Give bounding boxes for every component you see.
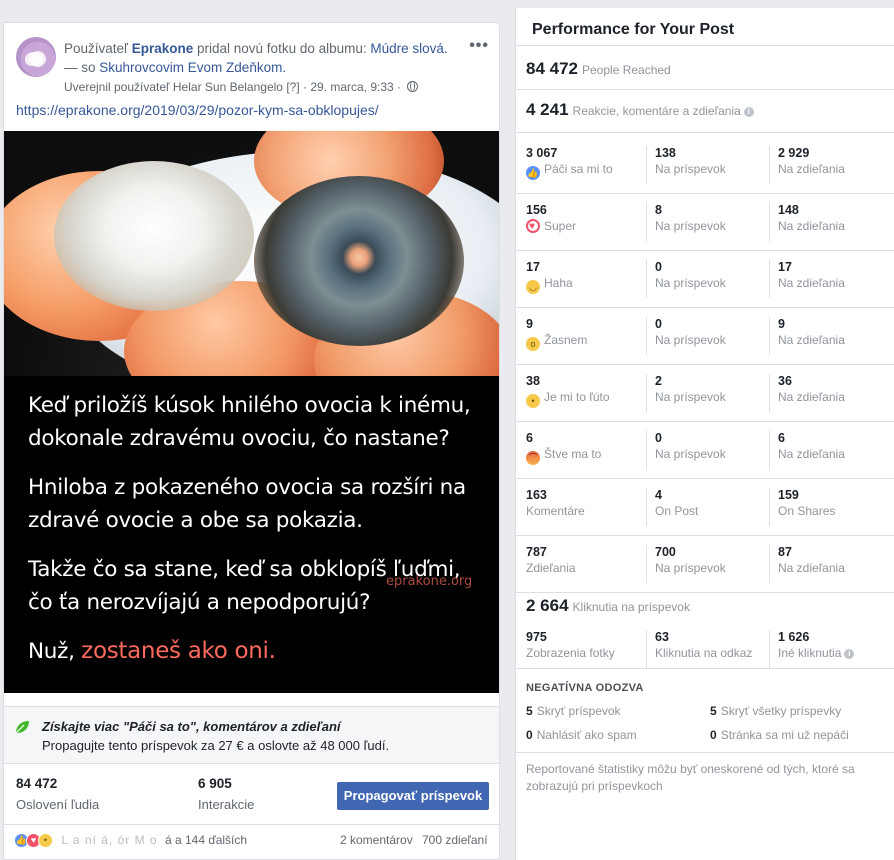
header-mid: pridal novú fotku do albumu: <box>193 41 371 56</box>
promo-banner: Získajte viac "Páči sa to", komentárov a… <box>4 707 499 763</box>
photo-caption: Keď priložíš kúsok hnilého ovocia k iném… <box>28 389 488 684</box>
metric-cell-4-1: 9 o Žasnem <box>526 317 588 351</box>
leaf-icon <box>15 721 29 734</box>
panel-title: Performance for Your Post <box>532 21 735 38</box>
people-reached-value: 84 472 <box>526 59 578 78</box>
with-text: — so <box>64 60 100 75</box>
stats-disclaimer: Reportované štatistiky môžu byť oneskore… <box>526 762 855 793</box>
neg-unlike-page: 0 Stránka sa mi už nepáči <box>710 728 849 742</box>
angry-icon: ⌒ <box>526 451 540 465</box>
comments-count[interactable]: 2 komentárov <box>340 833 413 847</box>
post-date[interactable]: 29. marca, 9:33 <box>310 80 393 94</box>
metric-cell-3-2: 0 Na príspevok <box>655 260 726 290</box>
interactions-value: 6 905 <box>198 776 232 791</box>
header-prefix: Používateľ <box>64 41 132 56</box>
metric-cell-4-3: 9 Na zdieľania <box>778 317 845 347</box>
metric-cell-6-3: 6 Na zdieľania <box>778 431 845 461</box>
post-header-text: Používateľ Eprakone pridal novú fotku do… <box>64 39 449 77</box>
more-options-icon[interactable]: ••• <box>469 37 489 55</box>
clicks-other: 1 626 Iné kliknutia i <box>778 630 855 660</box>
metric-cell-3-3: 17 Na zdieľania <box>778 260 845 290</box>
post-meta: Uverejnil používateľ Helar Sun Belangelo… <box>64 80 419 94</box>
post-url-link[interactable]: https://eprakone.org/2019/03/29/pozor-ky… <box>16 102 379 118</box>
promo-title: Získajte viac "Páči sa to", komentárov a… <box>42 719 341 734</box>
reactions-total-label: Reakcie, komentáre a zdieľania <box>572 104 741 118</box>
clicks-link: 63 Kliknutia na odkaz <box>655 630 753 660</box>
photo-text-accent: zostaneš ako oni. <box>81 638 276 664</box>
metric-cell-3-1: 17 ◡ Haha <box>526 260 573 294</box>
metric-cell-5-3: 36 Na zdieľania <box>778 374 845 404</box>
metric-cell-5-2: 2 Na príspevok <box>655 374 726 404</box>
post-photo[interactable]: Keď priložíš kúsok hnilého ovocia k iném… <box>4 131 499 693</box>
clicks-total: 2 664 Kliknutia na príspevok <box>526 596 690 616</box>
info-icon[interactable]: i <box>743 107 754 117</box>
metric-cell-1-3: 2 929 Na zdieľania <box>778 146 845 176</box>
reached-value: 84 472 <box>16 776 58 791</box>
metric-cell-8-3: 87 Na zdieľania <box>778 545 845 575</box>
shares-count[interactable]: 700 zdieľaní <box>422 833 488 847</box>
metric-cell-5-1: 38 • Je mi to ľúto <box>526 374 610 408</box>
fruit-bowl-image <box>4 131 499 376</box>
reactor-others[interactable]: á a 144 ďalších <box>165 833 247 847</box>
love-icon <box>526 219 540 234</box>
photo-watermark: eprakone.org <box>386 574 473 589</box>
reactor-names[interactable]: L a ní á, ór M o <box>61 833 157 847</box>
clicks-photo-views: 975 Zobrazenia fotky <box>526 630 615 660</box>
people-reached-label: People Reached <box>582 63 671 77</box>
post-card: Používateľ Eprakone pridal novú fotku do… <box>3 22 500 860</box>
metric-cell-8-2: 700 Na príspevok <box>655 545 726 575</box>
page-name-link[interactable]: Eprakone <box>132 41 194 56</box>
negative-feedback-title: NEGATÍVNA ODOZVA <box>526 682 644 694</box>
metric-cell-7-3: 159 On Shares <box>778 488 836 518</box>
album-link[interactable]: Múdre slová. <box>370 41 447 56</box>
metric-cell-4-2: 0 Na príspevok <box>655 317 726 347</box>
sad-icon: • <box>526 394 540 408</box>
clicks-total-label: Kliknutia na príspevok <box>572 600 690 614</box>
haha-icon: ◡ <box>526 280 540 294</box>
neg-report-spam: 0 Nahlásiť ako spam <box>526 728 637 742</box>
photo-text-2: Hniloba z pokazeného ovocia sa rozšíri n… <box>28 475 466 533</box>
reactions-total-value: 4 241 <box>526 100 569 119</box>
post-header: Používateľ Eprakone pridal novú fotku do… <box>4 23 499 99</box>
help-marker[interactable]: [?] <box>286 80 299 94</box>
metric-cell-7-2: 4 On Post <box>655 488 699 518</box>
photo-text-4: Nuž, zostaneš ako oni. <box>28 638 276 664</box>
interactions-label: Interakcie <box>198 797 255 812</box>
like-icon: 👍 <box>526 166 540 180</box>
wow-icon: o <box>526 337 540 351</box>
neg-hide-post: 5 Skryť príspevok <box>526 704 621 718</box>
sad-reaction-icon: • <box>38 833 53 849</box>
photo-text-1: Keď priložíš kúsok hnilého ovocia k iném… <box>28 393 471 451</box>
metric-cell-2-1: 156Super <box>526 203 576 234</box>
metric-cell-2-2: 8 Na príspevok <box>655 203 726 233</box>
metric-cell-6-2: 0 Na príspevok <box>655 431 726 461</box>
reached-metric: 84 472 Oslovení ľudia <box>16 776 99 812</box>
reactions-summary[interactable]: 👍 ♥ • L a ní á, ór M o á a 144 ďalších 2 k… <box>14 833 494 853</box>
reached-label: Oslovení ľudia <box>16 797 100 812</box>
boost-post-button[interactable]: Propagovať príspevok <box>337 782 489 810</box>
published-by: Uverejnil používateľ Helar Sun Belangelo <box>64 80 283 94</box>
promo-subtitle: Propagujte tento príspevok za 27 € a osl… <box>42 738 390 753</box>
info-icon[interactable]: i <box>844 649 855 659</box>
performance-panel: Performance for Your Post 84 472 People R… <box>515 8 894 860</box>
page-avatar[interactable] <box>16 37 56 77</box>
reactions-total: 4 241 Reakcie, komentáre a zdieľania i <box>526 100 754 120</box>
metric-cell-8-1: 787 Zdieľania <box>526 545 576 575</box>
globe-icon <box>407 81 419 92</box>
metric-cell-1-2: 138 Na príspevok <box>655 146 726 176</box>
metric-cell-7-1: 163 Komentáre <box>526 488 585 518</box>
people-reached: 84 472 People Reached <box>526 59 671 79</box>
tagged-user-link[interactable]: Skuhrovcovim Evom Zdeňkom. <box>99 60 286 75</box>
metric-cell-1-1: 3 067 👍 Páči sa mi to <box>526 146 613 180</box>
clicks-total-value: 2 664 <box>526 596 569 615</box>
interactions-metric: 6 905 Interakcie <box>198 776 254 812</box>
neg-hide-all: 5 Skryť všetky príspevky <box>710 704 842 718</box>
metric-cell-2-3: 148 Na zdieľania <box>778 203 845 233</box>
metric-cell-6-1: 6 ⌒ Štve ma to <box>526 431 602 465</box>
